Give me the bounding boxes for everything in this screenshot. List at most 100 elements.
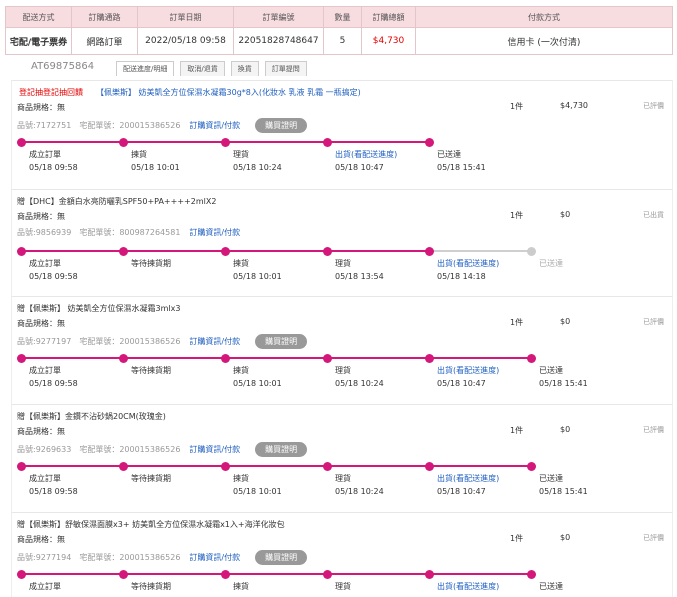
- tab-cancel-return[interactable]: 取消/退貨: [180, 61, 225, 76]
- step-label: 成立訂單: [29, 474, 61, 483]
- timeline-dot: [119, 138, 128, 147]
- purchase-proof-button[interactable]: 購買證明: [255, 118, 308, 133]
- step-label: 已送達: [437, 150, 461, 159]
- col-header: 訂購總額: [361, 6, 416, 28]
- order-item: 贈【佩樂斯】舒敏保濕面膜x3+ 妨美凱全方位保濕水凝霜x1入+海洋化妝包 商品規格…: [11, 512, 673, 597]
- product-title[interactable]: 贈【佩樂斯】金鑽不沾砂鍋20CM(玫瑰金): [17, 411, 166, 422]
- step-time: 05/18 10:47: [437, 487, 486, 496]
- shipment-number: 宅配單號：200015386526: [79, 121, 181, 130]
- timeline-dot: [425, 247, 434, 256]
- item-price: $4,730: [560, 101, 588, 110]
- step-label: 成立訂單: [29, 582, 61, 591]
- order-info-link[interactable]: 訂購資訊/付款: [189, 227, 240, 238]
- delivery-timeline: 成立訂單 等待揀貨期 揀貨 理貨 出貨(看配送進度) 已送達: [17, 569, 563, 597]
- product-spec: 商品規格：無: [17, 319, 65, 328]
- step-label[interactable]: 出貨(看配送進度): [437, 581, 499, 592]
- step-time: 05/18 14:18: [437, 272, 486, 281]
- delivery-timeline: 成立訂單 05/18 09:58 等待揀貨期 揀貨 05/18 10:01 理貨…: [17, 353, 588, 393]
- timeline-dot: [221, 138, 230, 147]
- timeline-dot: [221, 354, 230, 363]
- purchase-proof-button[interactable]: 購買證明: [255, 334, 308, 349]
- order-item: 贈【佩樂斯】金鑽不沾砂鍋20CM(玫瑰金) 商品規格：無 品號:9269633 宅…: [11, 404, 673, 512]
- step-label: 揀貨: [233, 582, 249, 591]
- step-label: 成立訂單: [29, 259, 61, 268]
- table-cell: $4,730: [361, 27, 416, 55]
- product-spec: 商品規格：無: [17, 427, 65, 436]
- step-label: 理貨: [233, 150, 249, 159]
- timeline-dot: [119, 570, 128, 579]
- step-label[interactable]: 出貨(看配送進度): [437, 365, 499, 376]
- tab-delivery-progress[interactable]: 配送進度/明細: [116, 61, 175, 76]
- promo-label: 登記抽登記抽回饋: [19, 88, 83, 97]
- timeline-dot: [221, 462, 230, 471]
- timeline-dot: [527, 570, 536, 579]
- col-header: 付款方式: [415, 6, 673, 28]
- timeline-line: [429, 250, 531, 252]
- item-quantity: 1件: [510, 426, 524, 435]
- order-item: 贈【DHC】金額白水亮防曬乳SPF50+PA++++2mlX2 商品規格：無 品號…: [11, 189, 673, 296]
- item-status: 已評價: [643, 426, 664, 434]
- step-label[interactable]: 出貨(看配送進度): [335, 149, 397, 160]
- col-header: 訂單編號: [233, 6, 324, 28]
- item-quantity: 1件: [510, 211, 524, 220]
- order-info-link[interactable]: 訂購資訊/付款: [189, 336, 240, 347]
- step-label: 已送達: [539, 582, 563, 591]
- step-time: 05/18 10:24: [335, 487, 384, 496]
- step-time: 05/18 10:47: [335, 163, 384, 172]
- order-info-link[interactable]: 訂購資訊/付款: [189, 120, 240, 131]
- step-label: 揀貨: [233, 259, 249, 268]
- purchase-proof-button[interactable]: 購買證明: [255, 550, 308, 565]
- step-label[interactable]: 出貨(看配送進度): [437, 258, 499, 269]
- item-meta: 品號:7172751 宅配單號：200015386526 訂購資訊/付款 購買證…: [17, 118, 308, 133]
- shipment-number: 宅配單號：200015386526: [79, 553, 181, 562]
- order-info-link[interactable]: 訂購資訊/付款: [189, 552, 240, 563]
- sku-number: 品號:9269633: [17, 445, 72, 454]
- table-cell: 22051828748647: [233, 27, 324, 55]
- purchase-proof-button[interactable]: 購買證明: [255, 442, 308, 457]
- tab-order-question[interactable]: 訂單提問: [264, 61, 307, 76]
- step-time: 05/18 09:58: [29, 487, 78, 496]
- timeline-dot: [323, 462, 332, 471]
- timeline-dot: [527, 354, 536, 363]
- step-label: 已送達: [539, 259, 563, 268]
- order-item: 登記抽登記抽回饋 【佩樂斯】 妨美凱全方位保濕水凝霜30g*8入(化妝水 乳液 乳…: [11, 80, 673, 189]
- timeline-dot: [17, 462, 26, 471]
- item-price: $0: [560, 317, 571, 326]
- step-label: 揀貨: [233, 474, 249, 483]
- product-spec: 商品規格：無: [17, 535, 65, 544]
- item-quantity: 1件: [510, 534, 524, 543]
- table-cell: 5: [323, 27, 362, 55]
- step-label[interactable]: 出貨(看配送進度): [437, 473, 499, 484]
- item-meta: 品號:9277194 宅配單號：200015386526 訂購資訊/付款 購買證…: [17, 550, 308, 565]
- item-price: $0: [560, 425, 571, 434]
- col-header: 數量: [323, 6, 362, 28]
- step-time: 05/18 13:54: [335, 272, 384, 281]
- item-quantity: 1件: [510, 102, 524, 111]
- order-info-link[interactable]: 訂購資訊/付款: [189, 444, 240, 455]
- sku-number: 品號:9856939: [17, 228, 72, 237]
- item-price: $0: [560, 533, 571, 542]
- step-label: 理貨: [335, 366, 351, 375]
- timeline-dot: [527, 462, 536, 471]
- timeline-dot: [425, 462, 434, 471]
- item-status: 已評價: [643, 318, 664, 326]
- product-title[interactable]: 贈【佩樂斯】舒敏保濕面膜x3+ 妨美凱全方位保濕水凝霜x1入+海洋化妝包: [17, 519, 285, 530]
- step-label: 揀貨: [131, 150, 147, 159]
- step-time: 05/18 10:47: [437, 379, 486, 388]
- step-time: 05/18 10:01: [233, 379, 282, 388]
- product-title[interactable]: 贈【DHC】金額白水亮防曬乳SPF50+PA++++2mlX2: [17, 196, 216, 207]
- timeline-line: [21, 573, 531, 575]
- step-time: 05/18 15:41: [539, 487, 588, 496]
- product-title[interactable]: 贈【佩樂斯】 妨美凱全方位保濕水凝霜3mlx3: [17, 303, 180, 314]
- sku-number: 品號:9277194: [17, 553, 72, 562]
- step-label: 理貨: [335, 474, 351, 483]
- timeline-dot: [119, 462, 128, 471]
- tab-exchange[interactable]: 換貨: [230, 61, 259, 76]
- step-label: 等待揀貨期: [131, 259, 171, 268]
- timeline-dot: [425, 570, 434, 579]
- shipment-number: 宅配單號：200015386526: [79, 337, 181, 346]
- product-link[interactable]: 【佩樂斯】 妨美凱全方位保濕水凝霜30g*8入(化妝水 乳液 乳霜 一瓶搞定): [96, 87, 361, 98]
- step-time: 05/18 10:01: [233, 487, 282, 496]
- table-cell: 2022/05/18 09:58: [137, 27, 234, 55]
- timeline-dot: [119, 247, 128, 256]
